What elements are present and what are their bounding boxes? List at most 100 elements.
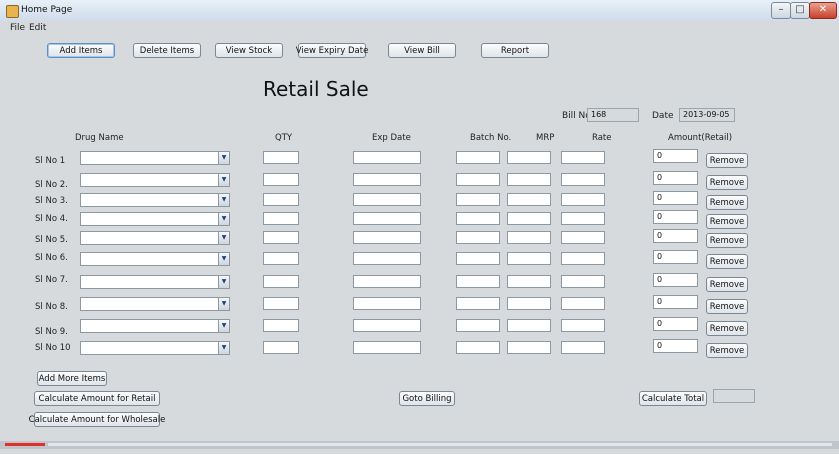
qty-field[interactable]	[263, 252, 299, 265]
amount-field[interactable]: 0	[653, 171, 698, 185]
chevron-down-icon[interactable]: ▼	[218, 232, 229, 244]
chevron-down-icon[interactable]: ▼	[218, 320, 229, 332]
chevron-down-icon[interactable]: ▼	[218, 174, 229, 186]
remove-button[interactable]: Remove	[706, 153, 748, 168]
batch-no-field[interactable]	[456, 231, 500, 244]
mrp-field[interactable]	[507, 297, 551, 310]
chevron-down-icon[interactable]: ▼	[218, 298, 229, 310]
mrp-field[interactable]	[507, 173, 551, 186]
amount-field[interactable]: 0	[653, 339, 698, 353]
mrp-field[interactable]	[507, 252, 551, 265]
delete-items-button[interactable]: Delete Items	[133, 43, 201, 58]
view-bill-button[interactable]: View Bill	[388, 43, 456, 58]
minimize-button[interactable]: –	[771, 2, 791, 19]
qty-field[interactable]	[263, 173, 299, 186]
view-stock-button[interactable]: View Stock	[215, 43, 283, 58]
remove-button[interactable]: Remove	[706, 233, 748, 248]
batch-no-field[interactable]	[456, 173, 500, 186]
rate-field[interactable]	[561, 193, 605, 206]
add-more-items-button[interactable]: Add More Items	[37, 371, 107, 386]
rate-field[interactable]	[561, 341, 605, 354]
chevron-down-icon[interactable]: ▼	[218, 152, 229, 164]
close-button[interactable]: ✕	[809, 2, 837, 19]
drug-name-combo[interactable]: ▼	[80, 151, 230, 165]
rate-field[interactable]	[561, 275, 605, 288]
remove-button[interactable]: Remove	[706, 175, 748, 190]
qty-field[interactable]	[263, 231, 299, 244]
mrp-field[interactable]	[507, 275, 551, 288]
drug-name-combo[interactable]: ▼	[80, 252, 230, 266]
menu-file[interactable]: File	[10, 23, 25, 33]
rate-field[interactable]	[561, 231, 605, 244]
amount-field[interactable]: 0	[653, 149, 698, 163]
qty-field[interactable]	[263, 193, 299, 206]
exp-date-field[interactable]	[353, 173, 421, 186]
mrp-field[interactable]	[507, 231, 551, 244]
mrp-field[interactable]	[507, 341, 551, 354]
drug-name-combo[interactable]: ▼	[80, 173, 230, 187]
batch-no-field[interactable]	[456, 193, 500, 206]
qty-field[interactable]	[263, 275, 299, 288]
exp-date-field[interactable]	[353, 275, 421, 288]
amount-field[interactable]: 0	[653, 273, 698, 287]
exp-date-field[interactable]	[353, 319, 421, 332]
amount-field[interactable]: 0	[653, 250, 698, 264]
remove-button[interactable]: Remove	[706, 299, 748, 314]
add-items-button[interactable]: Add Items	[47, 43, 115, 58]
qty-field[interactable]	[263, 297, 299, 310]
chevron-down-icon[interactable]: ▼	[218, 342, 229, 354]
goto-billing-button[interactable]: Goto Billing	[399, 391, 455, 406]
amount-field[interactable]: 0	[653, 295, 698, 309]
calc-wholesale-button[interactable]: Calculate Amount for Wholesale	[29, 412, 165, 427]
drug-name-combo[interactable]: ▼	[80, 297, 230, 311]
drug-name-combo[interactable]: ▼	[80, 319, 230, 333]
chevron-down-icon[interactable]: ▼	[218, 213, 229, 225]
exp-date-field[interactable]	[353, 341, 421, 354]
remove-button[interactable]: Remove	[706, 254, 748, 269]
rate-field[interactable]	[561, 151, 605, 164]
batch-no-field[interactable]	[456, 341, 500, 354]
rate-field[interactable]	[561, 173, 605, 186]
amount-field[interactable]: 0	[653, 191, 698, 205]
drug-name-combo[interactable]: ▼	[80, 212, 230, 226]
rate-field[interactable]	[561, 297, 605, 310]
drug-name-combo[interactable]: ▼	[80, 193, 230, 207]
exp-date-field[interactable]	[353, 212, 421, 225]
drug-name-combo[interactable]: ▼	[80, 231, 230, 245]
qty-field[interactable]	[263, 212, 299, 225]
view-expiry-date-button[interactable]: View Expiry Date	[296, 43, 368, 58]
mrp-field[interactable]	[507, 212, 551, 225]
exp-date-field[interactable]	[353, 151, 421, 164]
remove-button[interactable]: Remove	[706, 321, 748, 336]
qty-field[interactable]	[263, 341, 299, 354]
batch-no-field[interactable]	[456, 212, 500, 225]
rate-field[interactable]	[561, 212, 605, 225]
chevron-down-icon[interactable]: ▼	[218, 194, 229, 206]
mrp-field[interactable]	[507, 193, 551, 206]
amount-field[interactable]: 0	[653, 229, 698, 243]
remove-button[interactable]: Remove	[706, 343, 748, 358]
exp-date-field[interactable]	[353, 193, 421, 206]
maximize-button[interactable]: □	[790, 2, 810, 19]
calc-retail-button[interactable]: Calculate Amount for Retail	[34, 391, 160, 406]
calculate-total-button[interactable]: Calculate Total	[639, 391, 707, 406]
batch-no-field[interactable]	[456, 297, 500, 310]
amount-field[interactable]: 0	[653, 210, 698, 224]
drug-name-combo[interactable]: ▼	[80, 341, 230, 355]
scroll-thumb[interactable]	[5, 443, 45, 446]
remove-button[interactable]: Remove	[706, 214, 748, 229]
exp-date-field[interactable]	[353, 231, 421, 244]
batch-no-field[interactable]	[456, 275, 500, 288]
mrp-field[interactable]	[507, 319, 551, 332]
report-button[interactable]: Report	[481, 43, 549, 58]
menu-edit[interactable]: Edit	[29, 23, 46, 33]
batch-no-field[interactable]	[456, 319, 500, 332]
chevron-down-icon[interactable]: ▼	[218, 276, 229, 288]
chevron-down-icon[interactable]: ▼	[218, 253, 229, 265]
batch-no-field[interactable]	[456, 252, 500, 265]
exp-date-field[interactable]	[353, 252, 421, 265]
remove-button[interactable]: Remove	[706, 277, 748, 292]
rate-field[interactable]	[561, 319, 605, 332]
amount-field[interactable]: 0	[653, 317, 698, 331]
batch-no-field[interactable]	[456, 151, 500, 164]
